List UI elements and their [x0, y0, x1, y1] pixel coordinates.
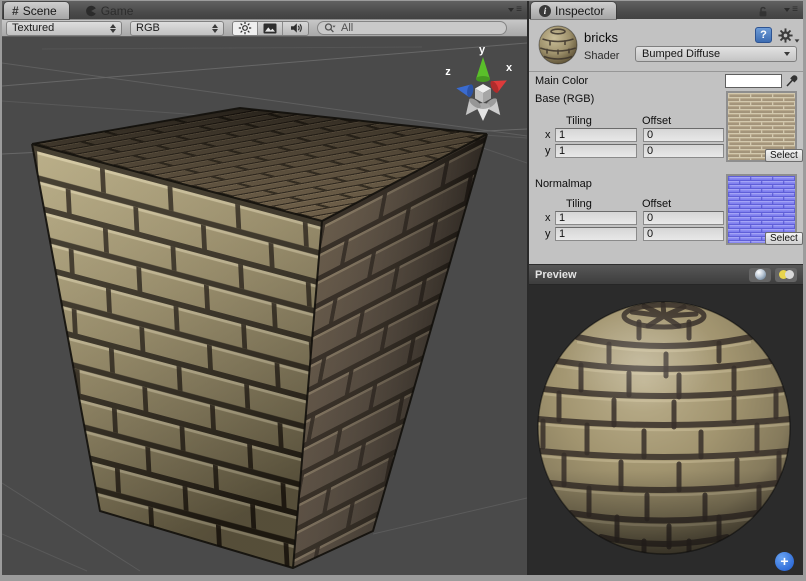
- normal-x-label: x: [545, 212, 551, 224]
- header-divider: [529, 71, 803, 72]
- chevron-down-icon: [795, 39, 800, 42]
- sphere-icon: [755, 269, 766, 280]
- base-select-button[interactable]: Select: [765, 149, 803, 162]
- speaker-icon: [289, 21, 303, 35]
- popup-arrows-icon: [110, 24, 116, 33]
- normal-tiling-x-field[interactable]: [555, 211, 637, 225]
- inspector-tabbar: i Inspector ≡: [529, 1, 803, 19]
- lighting-toggle-icon: [779, 270, 794, 280]
- base-offset-x-field[interactable]: [643, 128, 724, 142]
- scene-gizmo: y x z: [445, 44, 513, 121]
- search-field[interactable]: [317, 21, 507, 35]
- normalmap-select-button[interactable]: Select: [765, 232, 803, 245]
- scene-panel-menu-icon[interactable]: ≡: [508, 5, 521, 15]
- normal-offset-y-field[interactable]: [643, 227, 724, 241]
- scene-toolbar: Textured RGB: [2, 19, 527, 37]
- render-mode-value: Textured: [12, 22, 54, 34]
- scene-grid-icon: #: [12, 4, 19, 18]
- tab-game-label: Game: [101, 4, 134, 18]
- shader-value: Bumped Diffuse: [642, 48, 720, 60]
- gear-icon[interactable]: [778, 28, 800, 43]
- scene-viewport[interactable]: y x z: [2, 37, 527, 575]
- normal-offset-x-field[interactable]: [643, 211, 724, 225]
- gizmo-y-cone: [476, 57, 490, 82]
- help-icon[interactable]: ?: [755, 27, 772, 43]
- render-mode-dropdown[interactable]: Textured: [6, 21, 122, 36]
- menu-lines-icon: ≡: [792, 5, 797, 15]
- scene-lighting-button[interactable]: [233, 22, 258, 35]
- normal-offset-header: Offset: [642, 198, 671, 210]
- material-name: bricks: [584, 30, 618, 45]
- base-tiling-x-field[interactable]: [555, 128, 637, 142]
- main-color-label: Main Color: [535, 75, 588, 87]
- gizmo-z-label: z: [445, 66, 451, 78]
- unity-editor-window: # Scene Game ≡ Textured RGB: [0, 0, 806, 581]
- normal-tiling-y-field[interactable]: [555, 227, 637, 241]
- preview-title: Preview: [535, 269, 745, 281]
- scene-toggle-group: [232, 21, 309, 36]
- scene-panel: # Scene Game ≡ Textured RGB: [2, 1, 527, 575]
- preview-header[interactable]: Preview: [529, 264, 803, 285]
- popup-arrows-icon: [212, 24, 218, 33]
- normal-tiling-header: Tiling: [566, 198, 592, 210]
- game-icon: [85, 5, 97, 17]
- base-tiling-y-field[interactable]: [555, 144, 637, 158]
- preview-mesh-button[interactable]: [749, 268, 771, 282]
- tab-inspector-label: Inspector: [555, 4, 604, 18]
- shader-label: Shader: [584, 50, 619, 62]
- info-icon: i: [539, 5, 551, 17]
- base-offset-y-field[interactable]: [643, 144, 724, 158]
- gizmo-x-label: x: [506, 62, 513, 74]
- chevron-down-icon: [784, 8, 790, 12]
- preview-sphere: [529, 285, 803, 575]
- normalmap-label: Normalmap: [535, 178, 592, 190]
- gizmo-z-cone: [455, 82, 474, 98]
- add-button[interactable]: +: [775, 552, 794, 571]
- sun-icon: [238, 21, 252, 35]
- image-icon: [263, 23, 277, 34]
- gizmo-y-label: y: [479, 44, 486, 56]
- inspector-panel: i Inspector ≡: [529, 1, 803, 575]
- base-offset-header: Offset: [642, 115, 671, 127]
- chevron-down-icon: [784, 52, 790, 56]
- material-sphere-thumbnail: [538, 25, 578, 65]
- search-icon: [324, 22, 338, 34]
- chevron-down-icon: [508, 8, 514, 12]
- inspector-panel-menu-icon[interactable]: ≡: [784, 5, 797, 15]
- tab-game[interactable]: Game: [77, 2, 146, 19]
- tab-inspector[interactable]: i Inspector: [531, 2, 616, 19]
- preview-lighting-button[interactable]: [775, 268, 797, 282]
- eyedropper-icon[interactable]: [785, 72, 799, 88]
- tab-scene[interactable]: # Scene: [4, 2, 69, 19]
- base-y-label: y: [545, 145, 551, 157]
- brick-cube: [32, 108, 487, 568]
- gizmo-x-cone: [489, 75, 510, 94]
- material-inspector: bricks Shader Bumped Diffuse ?: [529, 19, 803, 264]
- scene-audio-button[interactable]: [283, 22, 308, 35]
- base-rgb-label: Base (RGB): [535, 93, 594, 105]
- normal-y-label: y: [545, 228, 551, 240]
- search-input[interactable]: [341, 22, 491, 34]
- scene-tabbar: # Scene Game ≡: [2, 1, 527, 19]
- base-x-label: x: [545, 129, 551, 141]
- base-tiling-header: Tiling: [566, 115, 592, 127]
- color-mode-value: RGB: [136, 22, 160, 34]
- shader-dropdown[interactable]: Bumped Diffuse: [635, 46, 797, 62]
- scene-skybox-button[interactable]: [258, 22, 283, 35]
- tab-scene-label: Scene: [23, 4, 57, 18]
- main-color-swatch[interactable]: [725, 74, 782, 88]
- menu-lines-icon: ≡: [516, 5, 521, 15]
- preview-area[interactable]: +: [529, 285, 803, 575]
- color-mode-dropdown[interactable]: RGB: [130, 21, 224, 36]
